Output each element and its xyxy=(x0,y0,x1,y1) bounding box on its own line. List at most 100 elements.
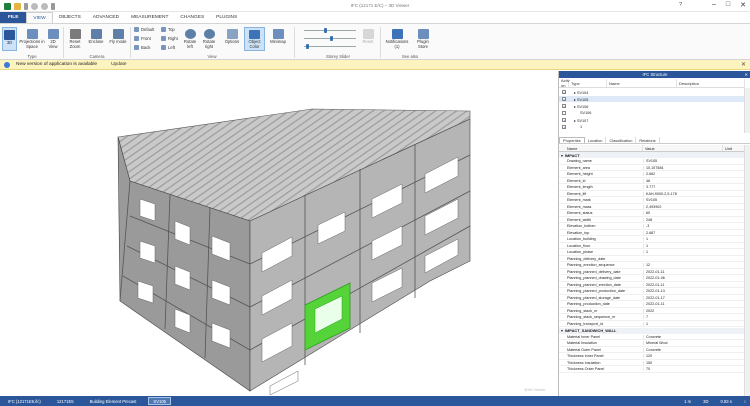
property-value[interactable]: 60 xyxy=(643,211,745,215)
minimap-button[interactable]: Minimap xyxy=(267,27,289,51)
customize-icon[interactable] xyxy=(51,2,55,10)
property-row[interactable]: Planning_planned_erection_date 2022-01-11 xyxy=(559,282,745,288)
tab-plugins[interactable]: PLUGINS xyxy=(210,12,243,23)
plugin-store-button[interactable]: Plugin Store xyxy=(412,27,434,51)
ifc-row[interactable]: SV106 xyxy=(559,110,745,116)
property-row[interactable]: Thickness Outer Panel 70 xyxy=(559,367,745,373)
building-model[interactable] xyxy=(0,71,558,396)
property-row[interactable]: Planning_planned_delivery_date 2022-01-11 xyxy=(559,269,745,275)
column-type[interactable]: Type xyxy=(569,79,607,87)
ifc-row[interactable]: ✓ ▸ SV106 xyxy=(559,103,745,109)
ifc-row[interactable]: ✓ 1 xyxy=(559,124,745,130)
property-row[interactable]: Planning_planned_production_date 2022-01-… xyxy=(559,289,745,295)
property-row[interactable]: Element_mark SV105 xyxy=(559,198,745,204)
open-folder-icon[interactable] xyxy=(14,2,21,10)
property-value[interactable]: 10,107584 xyxy=(643,165,745,170)
property-value[interactable]: SV105 xyxy=(643,159,745,163)
property-value[interactable]: 2.687 xyxy=(643,230,745,235)
close-button[interactable]: ✕ xyxy=(740,1,746,9)
property-group[interactable]: ▾ IMPACT_SANDWICH_WALL xyxy=(559,327,745,334)
tab-view[interactable]: VIEW xyxy=(26,12,53,23)
property-row[interactable]: Thickness Inner Panel 120 xyxy=(559,354,745,360)
property-value[interactable]: 2022 xyxy=(643,308,745,313)
projections-button[interactable]: Projections in Space xyxy=(19,27,45,51)
property-row[interactable]: Planning_planned_drawing_date 2022-01-06 xyxy=(559,276,745,282)
slider-knob[interactable] xyxy=(330,36,333,41)
property-value[interactable]: 2022-01-13 xyxy=(643,289,745,293)
view-2d-button[interactable]: 2D View xyxy=(46,27,60,51)
property-row[interactable]: Planning_transport_id 1 xyxy=(559,321,745,327)
property-row[interactable]: Element_width 248 xyxy=(559,217,745,223)
update-link[interactable]: Update xyxy=(111,62,126,67)
property-value[interactable]: 1 xyxy=(643,321,745,326)
property-row[interactable]: Location_floor 1 xyxy=(559,243,745,249)
column-active[interactable]: Activ on xyxy=(559,78,570,88)
active-checkbox[interactable]: ✓ xyxy=(562,104,566,109)
notifications-button[interactable]: Notifications (1) xyxy=(384,27,410,51)
property-value[interactable]: SV105 xyxy=(643,198,745,202)
property-row[interactable]: Material Inner Panel Concrete xyxy=(559,334,745,340)
tab-file[interactable]: FILE xyxy=(0,12,27,23)
property-value[interactable]: 1 xyxy=(643,237,745,241)
ifc-row[interactable]: ✓ ▸ SV107 xyxy=(559,117,745,123)
view-back-button[interactable]: Back xyxy=(134,45,150,50)
rotate-right-button[interactable]: Rotate right xyxy=(200,27,218,51)
active-checkbox[interactable] xyxy=(562,111,566,115)
property-row[interactable]: Planning_stack_sequence_nr 7 xyxy=(559,315,745,321)
property-row[interactable]: Element_length 3.777 xyxy=(559,185,745,191)
property-value[interactable]: Concrete xyxy=(643,347,745,352)
storey-reset-button[interactable]: Reset xyxy=(360,27,376,51)
property-value[interactable]: 7 xyxy=(643,315,745,319)
property-group[interactable]: ▾ IMPACT xyxy=(559,152,745,158)
3d-viewport[interactable]: 3DM Viewer xyxy=(0,71,558,396)
property-row[interactable]: Material Insulation Mineral Wool xyxy=(559,341,745,347)
active-checkbox[interactable]: ✓ xyxy=(562,118,566,123)
view-3d-button[interactable]: 3D xyxy=(2,27,17,51)
dropdown-icon[interactable] xyxy=(24,2,28,10)
view-front-button[interactable]: Front xyxy=(134,36,151,41)
tab-objects[interactable]: OBJECTS xyxy=(53,12,87,23)
active-checkbox[interactable]: ✓ xyxy=(562,125,566,130)
storey-slider-middle[interactable] xyxy=(304,36,356,41)
property-value[interactable]: 70 xyxy=(643,367,745,371)
object-color-button[interactable]: Object Color xyxy=(244,27,265,51)
property-row[interactable]: Planning_erection_sequence 12 xyxy=(559,263,745,269)
property-value[interactable]: 3.777 xyxy=(643,185,745,189)
property-value[interactable]: Mineral Wool xyxy=(643,341,745,345)
property-value[interactable]: 1 xyxy=(643,243,745,248)
property-row[interactable]: Element_height 2.662 xyxy=(559,172,745,178)
property-row[interactable]: Drawing_name SV105 xyxy=(559,159,745,165)
property-row[interactable]: Element_mass 2,493902 xyxy=(559,204,745,210)
column-prop-value[interactable]: Value xyxy=(643,145,723,151)
column-name[interactable]: Name xyxy=(607,79,677,87)
property-value[interactable]: 12 xyxy=(643,263,745,267)
property-value[interactable]: 2022-01-11 xyxy=(643,269,745,274)
property-row[interactable]: Elevation_top 2.687 xyxy=(559,230,745,236)
property-value[interactable]: -3 xyxy=(643,224,745,228)
view-top-button[interactable]: Top xyxy=(161,27,175,32)
restore-button[interactable]: □ xyxy=(726,1,730,9)
status-selected-element[interactable]: SV105 xyxy=(148,397,171,405)
property-value[interactable]: KAH-9000-2,5-178 xyxy=(643,191,745,196)
tab-location[interactable]: Location xyxy=(585,137,607,143)
property-row[interactable]: Element_status 60 xyxy=(559,211,745,217)
property-row[interactable]: Element_area 10,107584 xyxy=(559,165,745,171)
fly-mode-button[interactable]: Fly mode xyxy=(108,27,128,51)
tab-changes[interactable]: CHANGES xyxy=(174,12,210,23)
property-value[interactable]: 2022-01-11 xyxy=(643,282,745,287)
column-prop-unit[interactable]: Unit xyxy=(723,145,745,151)
slider-knob[interactable] xyxy=(306,44,309,49)
property-row[interactable]: Planning_delivery_date xyxy=(559,256,745,262)
ifc-row[interactable]: ✓ ▸ SV104 xyxy=(559,89,745,95)
property-value[interactable]: 150 xyxy=(643,360,745,365)
property-row[interactable]: Thickness Insulation 150 xyxy=(559,360,745,366)
active-checkbox[interactable]: ✓ xyxy=(562,90,566,95)
help-button[interactable]: ? xyxy=(679,2,682,8)
tab-measurement[interactable]: MEASUREMENT xyxy=(125,12,174,23)
ifc-row[interactable]: ✓ ▸ SV105 xyxy=(559,96,745,102)
slider-knob[interactable] xyxy=(324,28,327,33)
property-row[interactable]: Location_building 1 xyxy=(559,237,745,243)
options-button[interactable]: Options xyxy=(222,27,242,51)
status-resize-icon[interactable]: ↕ xyxy=(744,399,746,404)
collapse-icon[interactable]: ▾ xyxy=(561,153,563,158)
